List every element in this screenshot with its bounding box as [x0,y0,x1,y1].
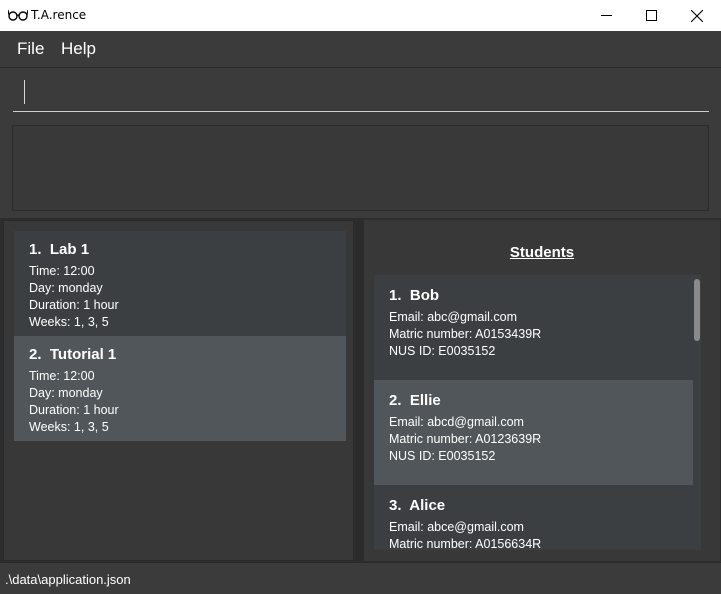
student-matric: Matric number: A0153439R [389,327,542,341]
students-heading: Students [509,244,575,261]
result-display-panel [0,119,721,218]
command-input[interactable] [13,73,709,112]
tutorial-title: 1. Lab 1 [29,241,331,258]
scrollbar-thumb[interactable] [694,279,700,341]
minimize-button[interactable] [583,0,629,31]
student-nus-id: NUS ID: E0035152 [389,449,496,463]
tutorial-index: 2. [29,346,42,363]
menu-help[interactable]: Help [61,39,96,59]
student-matric: Matric number: A0156634R [389,537,542,550]
student-email: Email: abcd@gmail.com [389,415,524,429]
student-name: Bob [409,287,440,304]
student-index: 3. [389,497,402,514]
tutorial-weeks: Weeks: 1, 3, 5 [29,315,109,329]
student-name: Alice [409,497,446,514]
tutorial-card[interactable]: 2. Tutorial 1 Time: 12:00 Day: monday Du… [14,336,346,441]
menu-file[interactable]: File [17,39,44,59]
student-matric: Matric number: A0123639R [389,432,542,446]
close-icon [691,9,703,22]
student-email: Email: abce@gmail.com [389,520,524,534]
menu-bar: File Help [0,31,721,67]
glasses-icon [8,9,28,21]
student-title: 2. Ellie [389,392,678,409]
student-card[interactable]: 2. Ellie Email: abcd@gmail.com Matric nu… [374,380,693,485]
student-index: 2. [389,392,402,409]
split-pane-divider[interactable] [356,220,363,561]
tutorial-name: Lab 1 [49,241,90,258]
student-card[interactable]: 3. Alice Email: abce@gmail.com Matric nu… [374,485,693,550]
window-title: T.A.rence [31,8,87,22]
status-bar: .\data\application.json [0,562,721,594]
minimize-icon [600,15,612,16]
student-card[interactable]: 1. Bob Email: abc@gmail.com Matric numbe… [374,275,693,380]
student-list[interactable]: 1. Bob Email: abc@gmail.com Matric numbe… [374,275,693,550]
tutorial-card[interactable]: 1. Lab 1 Time: 12:00 Day: monday Duratio… [14,231,346,336]
tutorial-weeks: Weeks: 1, 3, 5 [29,420,109,434]
tutorial-name: Tutorial 1 [49,346,117,363]
tutorial-time: Time: 12:00 [29,264,95,278]
tutorial-title: 2. Tutorial 1 [29,346,331,363]
command-box-panel [0,67,721,119]
result-display [12,125,709,211]
maximize-icon [645,10,657,21]
student-title: 3. Alice [389,497,678,514]
tutorial-duration: Duration: 1 hour [29,298,119,312]
student-index: 1. [389,287,402,304]
tutorial-duration: Duration: 1 hour [29,403,119,417]
tutorial-index: 1. [29,241,42,258]
tutorial-time: Time: 12:00 [29,369,95,383]
close-button[interactable] [674,0,720,31]
save-location: .\data\application.json [5,572,131,587]
student-nus-id: NUS ID: E0035152 [389,344,496,358]
title-bar: T.A.rence [0,0,721,31]
tutorial-day: Day: monday [29,281,103,295]
tutorial-list-panel[interactable]: 1. Lab 1 Time: 12:00 Day: monday Duratio… [3,220,354,561]
tutorial-day: Day: monday [29,386,103,400]
student-list-scrollbar[interactable] [693,275,701,550]
text-cursor [24,80,25,104]
student-email: Email: abc@gmail.com [389,310,518,324]
student-name: Ellie [409,392,441,409]
maximize-button[interactable] [628,0,674,31]
student-title: 1. Bob [389,287,678,304]
student-list-panel: Students 1. Bob Email: abc@gmail.com Mat… [364,220,720,561]
